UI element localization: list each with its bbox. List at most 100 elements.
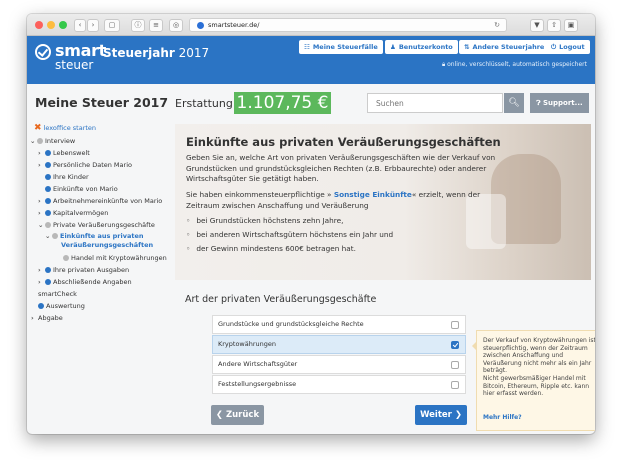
sidebar-item-persoenliche-daten[interactable]: › Persönliche Daten Mario	[38, 160, 132, 170]
sidebar-toggle-button[interactable]: ▢	[104, 19, 120, 32]
close-window-button[interactable]	[35, 21, 43, 29]
tax-cases-button[interactable]: ☷ Meine Steuerfälle	[299, 40, 383, 54]
sidebar-item-einkuenfte-aus-private[interactable]: ⌄ Einkünfte aus privaten Veräußerungsgesch…	[45, 232, 153, 250]
search-icon: 🔍︎	[508, 98, 520, 108]
user-account-button[interactable]: ♟ Benutzerkonto	[385, 40, 458, 54]
sidebar-item-label: Lebenswelt	[53, 149, 90, 157]
sidebar-item-kapital[interactable]: › Kapitalvermögen	[38, 208, 108, 218]
tabs-button[interactable]: ▣	[564, 19, 578, 32]
back-button[interactable]: ❮ Zurück	[211, 405, 264, 425]
hero-photo-phone	[466, 194, 506, 249]
check-icon	[45, 267, 51, 273]
sonstige-einkuenfte-link[interactable]: Sonstige Einkünfte	[334, 190, 412, 199]
sidebar-item-auswertung[interactable]: Auswertung	[38, 301, 85, 311]
minimize-window-button[interactable]	[47, 21, 55, 29]
next-label: Weiter	[420, 410, 452, 420]
chevron-right-icon: ›	[91, 21, 95, 29]
other-years-button[interactable]: ⇅ Andere Steuerjahre	[459, 40, 550, 54]
option-grundstuecke[interactable]: Grundstücke und grundstücksgleiche Recht…	[212, 315, 466, 334]
search-input[interactable]	[367, 93, 503, 113]
sidebar-item-abgabe[interactable]: › Abgabe	[31, 313, 63, 323]
sidebar: ✖ lexoffice starten ⌄ Interview › Lebenswel…	[27, 119, 167, 434]
form-section-title: Art der privaten Veräußerungsgeschäfte	[185, 294, 377, 305]
intro-line-1: Geben Sie an, welche Art von privaten Ve…	[186, 153, 496, 162]
sidebar-item-lebenswelt[interactable]: › Lebenswelt	[38, 148, 90, 158]
other-years-label: Andere Steuerjahre	[472, 43, 545, 51]
user-icon: ♟	[390, 43, 396, 51]
tax-cases-label: Meine Steuerfälle	[312, 43, 378, 51]
lock-icon: 🔒︎	[441, 61, 446, 68]
extension-button[interactable]: ≡	[149, 19, 163, 32]
support-button[interactable]: ❓︎ Support...	[530, 93, 589, 113]
sidebar-item-label: Private Veräußerungsgeschäfte	[53, 221, 155, 229]
sidebar-item-label: Ihre privaten Ausgaben	[53, 266, 130, 274]
grid-icon: ☷	[304, 43, 310, 51]
sidebar-item-arbeitnehmer[interactable]: › Arbeitnehmereinkünfte von Mario	[38, 196, 162, 206]
next-button[interactable]: Weiter ❯	[415, 405, 467, 425]
more-help-link[interactable]: Mehr Hilfe?	[483, 414, 522, 422]
info-icon: ⓘ	[134, 21, 142, 29]
zoom-window-button[interactable]	[59, 21, 67, 29]
sidebar-item-label: smartCheck	[38, 290, 77, 298]
option-feststellungsergebnisse[interactable]: Feststellungsergebnisse	[212, 375, 466, 394]
extension-2-button[interactable]: ◎	[169, 19, 183, 32]
sidebar-item-label: Persönliche Daten Mario	[53, 161, 132, 169]
help-text-1: Der Verkauf von Kryptowährungen ist steu…	[483, 337, 595, 375]
secure-status-text: online, verschlüsselt, automatisch gespe…	[447, 61, 587, 68]
chevron-right-icon: ›	[38, 149, 41, 157]
sidebar-item-einkuenfte-mario[interactable]: Einkünfte von Mario	[45, 184, 118, 194]
check-icon	[45, 198, 51, 204]
sidebar-item-krypto-handel[interactable]: Handel mit Kryptowährungen	[63, 253, 167, 263]
privacy-report-button[interactable]: ⓘ	[131, 19, 145, 32]
option-kryptowaehrungen[interactable]: Kryptowährungen	[212, 335, 466, 354]
sidebar-item-lexoffice[interactable]: ✖ lexoffice starten	[34, 123, 96, 133]
option-checkbox[interactable]	[451, 381, 459, 389]
sidebar-item-label: Interview	[45, 137, 76, 145]
reload-icon[interactable]: ↻	[494, 19, 500, 31]
sidebar-item-interview[interactable]: ⌄ Interview	[30, 136, 75, 146]
option-andere-wirtschaftsgueter[interactable]: Andere Wirtschaftsgüter	[212, 355, 466, 374]
chevron-down-icon: ⌄	[45, 232, 51, 240]
help-tooltip: Der Verkauf von Kryptowährungen ist steu…	[472, 330, 595, 431]
check-icon	[45, 150, 51, 156]
progress-icon	[37, 138, 43, 144]
chevron-down-icon: ⌄	[30, 137, 36, 145]
search-button[interactable]: 🔍︎	[504, 93, 524, 113]
chevron-right-icon: ›	[38, 209, 41, 217]
sidebar-item-private-vg[interactable]: ⌄ Private Veräußerungsgeschäfte	[38, 220, 155, 230]
downloads-button[interactable]: ▼	[530, 19, 544, 32]
address-bar[interactable]: smartsteuer.de/ ↻	[189, 18, 507, 32]
sidebar-item-label: Abgabe	[38, 314, 63, 322]
option-checkbox-checked[interactable]	[451, 341, 459, 349]
chevron-right-icon: ›	[31, 314, 34, 322]
check-icon	[45, 210, 51, 216]
sidebar-item-label: Handel mit Kryptowährungen	[71, 254, 167, 262]
forward-nav-button[interactable]: ›	[87, 19, 99, 32]
download-icon: ▼	[534, 21, 540, 29]
sidebar-item-abschliessende[interactable]: › Abschließende Angaben	[38, 277, 132, 287]
sidebar-item-label: Ihre Kinder	[53, 173, 89, 181]
condition-line-1: Sie haben einkommensteuerpflichtige » So…	[186, 190, 480, 201]
share-icon: ⇧	[551, 21, 557, 29]
refund-label: Erstattung	[175, 97, 233, 110]
chevron-down-icon: ⌄	[38, 221, 44, 229]
option-checkbox[interactable]	[451, 321, 459, 329]
option-checkbox[interactable]	[451, 361, 459, 369]
sidebar-item-ausgaben[interactable]: › Ihre privaten Ausgaben	[38, 265, 129, 275]
swap-icon: ⇅	[464, 43, 470, 51]
layers-icon: ≡	[153, 21, 159, 29]
sidebar-icon: ▢	[108, 21, 116, 29]
intro-line-2: Grundstücken und grundstücksgleichen Rec…	[186, 163, 487, 173]
chevron-right-icon: ❯	[454, 410, 462, 420]
sidebar-item-smartcheck[interactable]: smartCheck	[38, 289, 77, 299]
chevron-left-icon: ‹	[78, 21, 82, 29]
check-icon	[45, 162, 51, 168]
smartsteuer-logo-icon	[35, 44, 51, 60]
logout-button[interactable]: ⏻ Logout	[546, 40, 590, 54]
check-icon	[45, 186, 51, 192]
back-nav-button[interactable]: ‹	[74, 19, 86, 32]
sidebar-item-kinder[interactable]: Ihre Kinder	[45, 172, 89, 182]
sidebar-item-label-line2: Veräußerungsgeschäften	[61, 241, 154, 249]
chevron-right-icon: ›	[38, 197, 41, 205]
share-button[interactable]: ⇧	[547, 19, 561, 32]
